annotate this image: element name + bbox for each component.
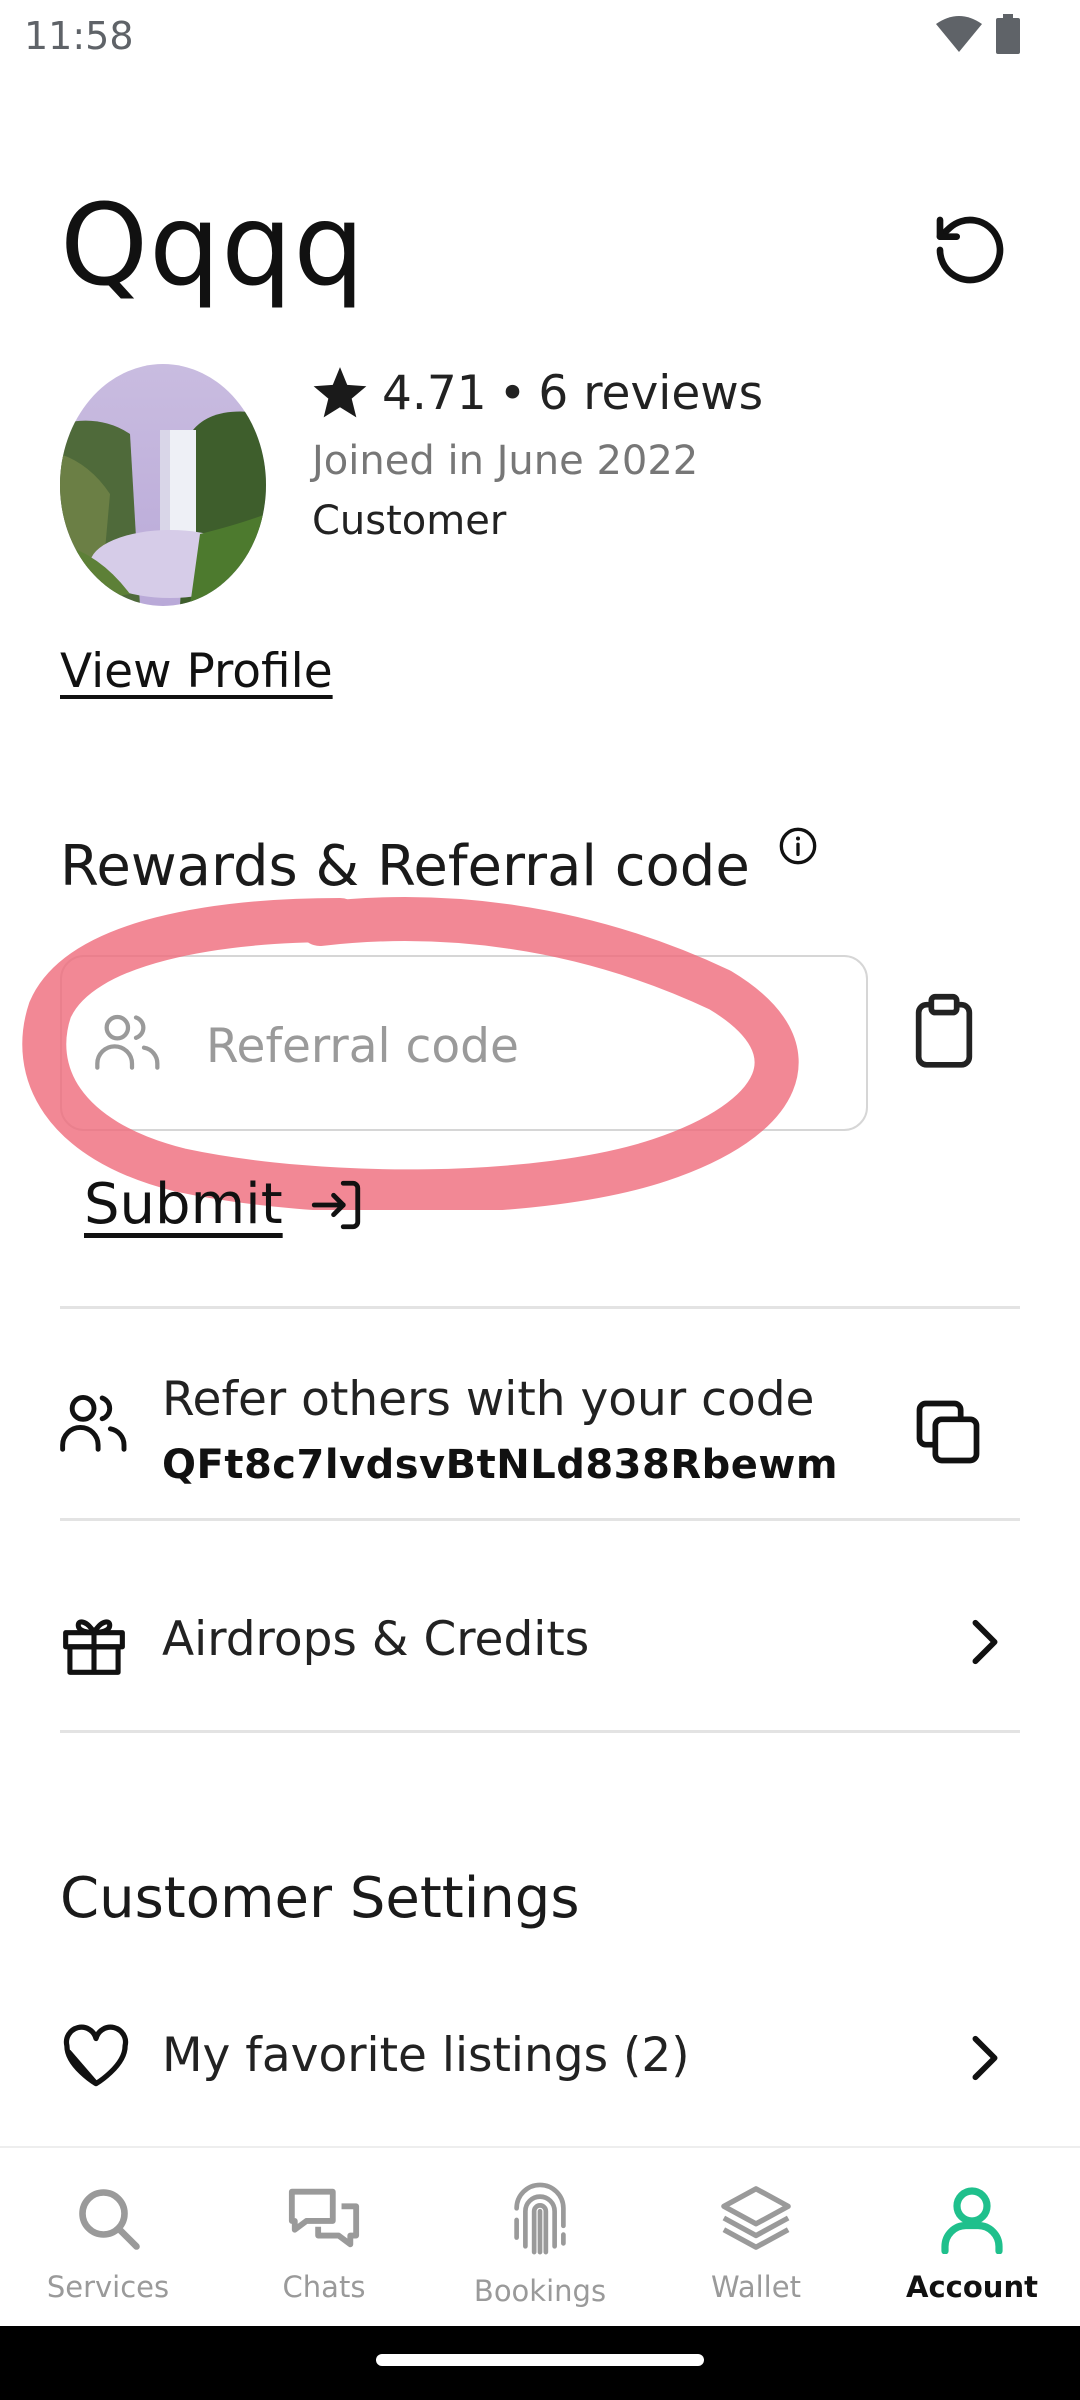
refresh-button[interactable]: [930, 210, 1010, 290]
tab-chats[interactable]: Chats: [216, 2148, 432, 2328]
copy-code-button[interactable]: [910, 1394, 986, 1470]
submit-label: Submit: [84, 1172, 283, 1237]
fingerprint-icon: [514, 2182, 566, 2255]
tab-bookings[interactable]: Bookings: [432, 2148, 648, 2328]
wifi-icon: [936, 16, 982, 52]
page-title: Qqqq: [60, 181, 366, 311]
rewards-section-title: Rewards & Referral code: [60, 834, 750, 899]
referral-code-value: QFt8c7lvdsvBtNLd838Rbewm: [162, 1442, 839, 1488]
status-time: 11:58: [24, 14, 134, 58]
battery-icon: [996, 14, 1020, 54]
people-icon: [95, 1014, 160, 1070]
star-icon: [313, 366, 367, 417]
chat-icon: [288, 2188, 360, 2248]
user-role: Customer: [312, 498, 507, 544]
tab-label: Account: [906, 2270, 1038, 2304]
gift-icon: [60, 1612, 128, 1676]
info-icon[interactable]: [778, 826, 818, 866]
tab-label: Chats: [282, 2270, 366, 2304]
heart-icon: [60, 2024, 132, 2088]
view-profile-link[interactable]: View Profile: [60, 644, 333, 699]
rating-row: 4.71 • 6 reviews: [312, 366, 763, 421]
rating-separator: •: [498, 366, 527, 421]
referral-code-placeholder: Referral code: [206, 1019, 519, 1074]
paste-button[interactable]: [912, 992, 976, 1068]
chevron-right-icon: [972, 1619, 998, 1665]
refer-title: Refer others with your code: [162, 1372, 815, 1427]
tab-label: Bookings: [473, 2274, 607, 2308]
joined-date: Joined in June 2022: [312, 438, 699, 484]
divider: [60, 1518, 1020, 1521]
home-indicator[interactable]: [376, 2354, 704, 2366]
submit-button[interactable]: Submit: [84, 1172, 365, 1237]
status-icons: [936, 14, 1020, 54]
favorite-listings-label: My favorite listings (2): [162, 2028, 690, 2083]
clipboard-icon: [915, 993, 973, 1068]
tab-label: Wallet: [711, 2270, 801, 2304]
user-icon: [941, 2187, 1003, 2254]
divider: [60, 1730, 1020, 1733]
divider: [60, 1306, 1020, 1309]
refer-people-icon: [58, 1392, 130, 1452]
bottom-tab-bar: Services Chats Bookings Wallet Account: [0, 2146, 1080, 2328]
tab-services[interactable]: Services: [0, 2148, 216, 2328]
tab-label: Services: [46, 2270, 170, 2304]
waterfall-image: [60, 364, 266, 606]
tab-wallet[interactable]: Wallet: [648, 2148, 864, 2328]
rating-value: 4.71: [382, 366, 487, 421]
search-icon: [79, 2189, 140, 2250]
reviews-count[interactable]: 6 reviews: [538, 366, 763, 421]
referral-code-input[interactable]: Referral code: [60, 955, 868, 1131]
customer-settings-title: Customer Settings: [60, 1866, 580, 1931]
tab-account[interactable]: Account: [864, 2148, 1080, 2328]
chevron-right-icon: [972, 2035, 998, 2081]
refresh-icon: [936, 216, 1004, 284]
login-arrow-icon: [311, 1180, 360, 1229]
layers-icon: [721, 2186, 791, 2250]
airdrops-label: Airdrops & Credits: [162, 1612, 590, 1667]
copy-icon: [916, 1400, 980, 1464]
avatar[interactable]: [60, 364, 266, 606]
